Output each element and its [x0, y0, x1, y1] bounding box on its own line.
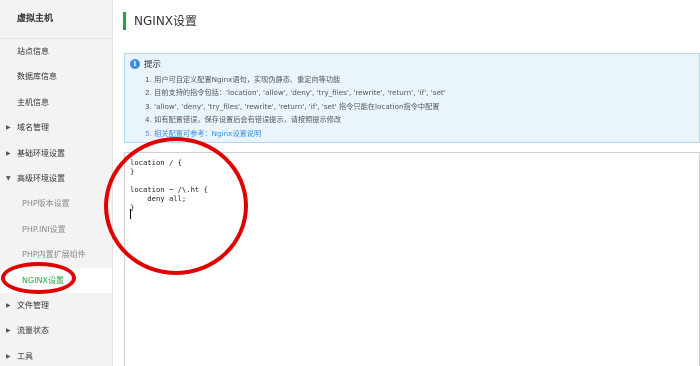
code-line[interactable]: location ~ /\.ht { [130, 185, 208, 194]
tip-line-link: 5. 相关配置可参考：Nginx设置说明 [145, 127, 446, 140]
sidebar-item[interactable]: ▶ 流量状态 [0, 318, 112, 343]
tip-line: 1. 用户可自定义配置Nginx语句，实现伪静态、重定向等功能 [145, 75, 341, 84]
sidebar-item[interactable]: ▶ 文件管理 [0, 293, 112, 318]
caret-right-icon: ▶ [6, 352, 11, 360]
tips-list: 1. 用户可自定义配置Nginx语句，实现伪静态、重定向等功能 2. 目前支持的… [145, 73, 446, 140]
sidebar-item[interactable]: PHP内置扩展组件 [0, 242, 112, 267]
text-cursor [130, 209, 131, 219]
caret-right-icon: ▶ [6, 149, 11, 157]
tips-title: 提示 [144, 60, 162, 70]
sidebar-item-label: PHP.INI设置 [22, 224, 66, 234]
sidebar-item-label: 数据库信息 [17, 72, 57, 82]
tip-line: 4. 如有配置错误，保存设置后会有错误提示，请按照提示修改 [145, 115, 342, 125]
sidebar-item-label: PHP版本设置 [22, 199, 70, 209]
sidebar-item-label: 基础环境设置 [17, 148, 65, 158]
sidebar-item-label: 主机信息 [17, 97, 49, 107]
code-line[interactable]: } [130, 167, 134, 176]
sidebar-item[interactable]: PHP.INI设置 [0, 217, 112, 242]
tip-link-prefix: 5. 相关配置可参考： [145, 128, 212, 138]
sidebar-item[interactable]: PHP版本设置 [0, 191, 112, 216]
sidebar-item-label: 域名管理 [17, 123, 49, 133]
sidebar-item[interactable]: 站点信息 [0, 39, 112, 64]
sidebar-item[interactable]: ▶ 工具 [0, 344, 112, 366]
sidebar-item-label: 文件管理 [17, 300, 49, 310]
tips-box: i 提示 1. 用户可自定义配置Nginx语句，实现伪静态、重定向等功能 2. … [124, 53, 700, 143]
caret-right-icon: ▶ [6, 327, 11, 335]
tip-line: 3. 'allow', 'deny', 'try_files', 'rewrit… [145, 101, 440, 111]
page-title: NGINX设置 [123, 12, 197, 30]
caret-down-icon: ▼ [6, 174, 11, 182]
sidebar-item-label: PHP内置扩展组件 [22, 250, 86, 260]
sidebar-item[interactable]: 主机信息 [0, 90, 112, 115]
sidebar-item[interactable]: ▼ 高级环境设置 [0, 166, 112, 191]
main-panel: NGINX设置 i 提示 1. 用户可自定义配置Nginx语句，实现伪静态、重定… [113, 0, 700, 366]
code-line[interactable]: location / { [130, 158, 182, 167]
nginx-docs-link[interactable]: Nginx设置说明 [212, 129, 262, 138]
sidebar-item-label: 工具 [17, 351, 33, 361]
sidebar-item[interactable]: ▶ 基础环境设置 [0, 141, 112, 166]
info-icon: i [130, 59, 140, 69]
caret-right-icon: ▶ [6, 301, 11, 309]
tip-line: 2. 目前支持的指令包括：'location', 'allow', 'deny'… [145, 88, 446, 98]
nginx-config-editor[interactable]: location / { } location ~ /\.ht { deny a… [124, 152, 700, 366]
caret-right-icon: ▶ [6, 124, 11, 132]
sidebar-item-label: 流量状态 [17, 326, 49, 336]
sidebar-item-label: 高级环境设置 [17, 173, 65, 183]
sidebar-title: 虚拟主机 [0, 0, 112, 39]
code-line[interactable]: deny all; [130, 194, 186, 203]
sidebar-item[interactable]: NGINX设置 [0, 267, 112, 293]
sidebar: 虚拟主机 站点信息数据库信息主机信息 ▶ 域名管理 ▶ 基础环境设置 ▼ 高级环境设置 PHP… [0, 0, 113, 366]
sidebar-item-label: 站点信息 [17, 47, 49, 56]
sidebar-menu: 站点信息数据库信息主机信息 ▶ 域名管理 ▶ 基础环境设置 ▼ 高级环境设置 PHP版本设置 P… [0, 39, 112, 366]
sidebar-item[interactable]: ▶ 域名管理 [0, 115, 112, 140]
sidebar-item[interactable]: 数据库信息 [0, 64, 112, 89]
tips-header: i 提示 [130, 58, 161, 70]
sidebar-item-label: NGINX设置 [22, 275, 65, 285]
